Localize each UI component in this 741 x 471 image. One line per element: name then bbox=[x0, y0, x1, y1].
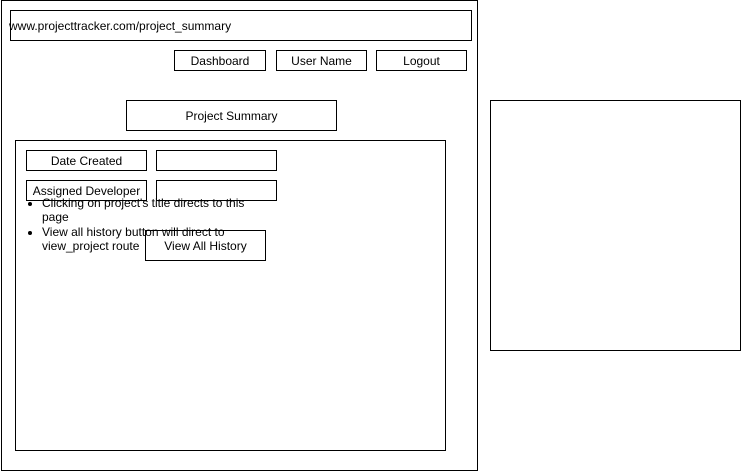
url-text: www.projecttracker.com/project_summary bbox=[9, 18, 232, 33]
notes-panel bbox=[490, 100, 741, 351]
notes-list: Clicking on project's title directs to t… bbox=[42, 196, 252, 254]
logout-button[interactable]: Logout bbox=[376, 50, 467, 71]
user-name-button[interactable]: User Name bbox=[276, 50, 367, 71]
note-item: Clicking on project's title directs to t… bbox=[42, 196, 252, 224]
note-item: View all history button will direct to v… bbox=[42, 225, 252, 253]
date-created-label: Date Created bbox=[26, 150, 147, 171]
date-created-value bbox=[156, 150, 277, 171]
page-title: Project Summary bbox=[126, 100, 337, 131]
dashboard-button[interactable]: Dashboard bbox=[174, 50, 266, 71]
url-bar[interactable]: www.projecttracker.com/project_summary bbox=[9, 10, 472, 41]
